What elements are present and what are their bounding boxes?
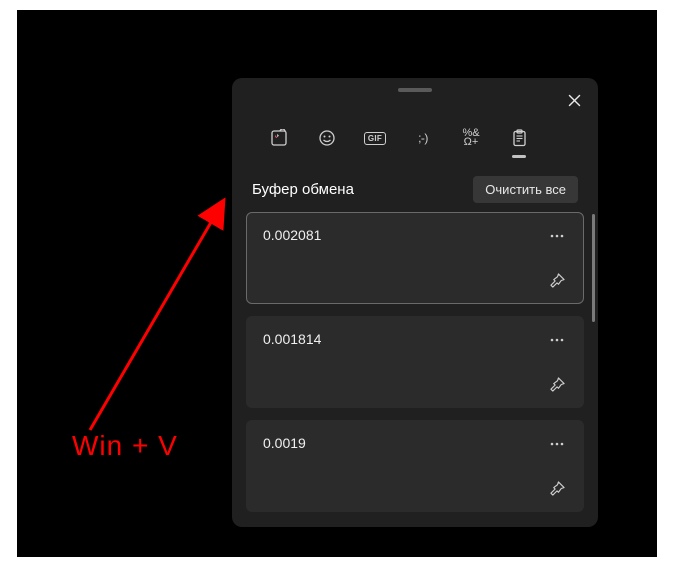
kaomoji-icon: ;-) [418,131,428,145]
pin-button[interactable] [544,267,570,293]
annotation-label: Win + V [72,430,178,462]
close-icon [568,94,581,107]
tab-recent[interactable] [266,124,292,152]
tab-symbols[interactable]: %&Ω+ [458,124,484,152]
tab-emoji[interactable] [314,124,340,152]
clipboard-icon [511,129,528,147]
item-actions [543,431,571,501]
item-actions [543,327,571,397]
more-icon [550,234,564,238]
pin-icon [550,273,565,288]
header-row: Буфер обмена Очистить все [252,172,578,206]
more-button[interactable] [544,223,570,249]
symbols-icon: %&Ω+ [462,129,479,148]
clipboard-item[interactable]: 0.002081 [246,212,584,304]
tab-bar: GIF ;-) %&Ω+ [266,122,532,154]
clipboard-item[interactable]: 0.0019 [246,420,584,512]
clear-all-button[interactable]: Очистить все [473,176,578,203]
pin-icon [550,481,565,496]
pin-button[interactable] [544,475,570,501]
annotation-arrow [72,180,242,440]
drag-handle[interactable] [398,88,432,92]
gif-icon: GIF [364,132,386,145]
close-button[interactable] [558,84,590,116]
recent-icon [270,129,288,147]
emoji-icon [318,129,336,147]
more-button[interactable] [544,327,570,353]
clipboard-item-text: 0.0019 [263,435,567,451]
clipboard-item-text: 0.002081 [263,227,567,243]
more-button[interactable] [544,431,570,457]
more-icon [550,338,564,342]
black-stage: Win + V [17,10,657,557]
clipboard-item-text: 0.001814 [263,331,567,347]
item-actions [543,223,571,293]
clipboard-panel: GIF ;-) %&Ω+ Буфер обмена Очистить все [232,78,598,527]
scrollbar-thumb[interactable] [592,214,595,322]
pin-icon [550,377,565,392]
more-icon [550,442,564,446]
tab-clipboard[interactable] [506,124,532,152]
panel-title: Буфер обмена [252,181,354,198]
clipboard-item[interactable]: 0.001814 [246,316,584,408]
pin-button[interactable] [544,371,570,397]
tab-kaomoji[interactable]: ;-) [410,124,436,152]
clipboard-list: 0.002081 0.001814 [240,212,590,519]
tab-gif[interactable]: GIF [362,124,388,152]
